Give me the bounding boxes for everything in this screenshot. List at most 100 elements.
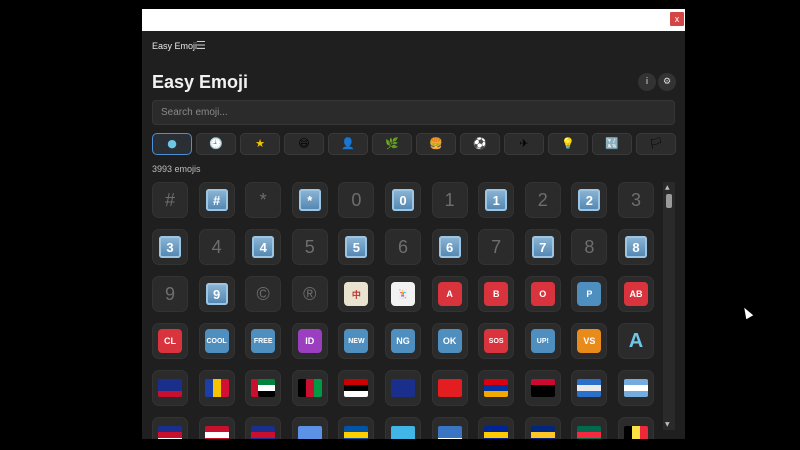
settings-button[interactable]: ⚙ — [658, 73, 676, 91]
emoji-tile[interactable]: 4 — [245, 229, 282, 265]
emoji-tile[interactable]: AB — [618, 276, 654, 312]
emoji-tile[interactable] — [291, 370, 328, 406]
emoji-tile[interactable]: O — [524, 276, 561, 312]
emoji-tile[interactable]: 5 — [291, 229, 328, 265]
tab-recent[interactable]: 🕘 — [196, 133, 236, 155]
emoji-tile[interactable]: 3 — [618, 182, 654, 218]
info-button[interactable]: i — [638, 73, 656, 91]
emoji-tile[interactable] — [152, 370, 188, 406]
emoji-tile[interactable] — [291, 417, 328, 439]
emoji-tile[interactable]: A — [618, 323, 654, 359]
emoji-tile[interactable] — [245, 417, 282, 439]
emoji-tile[interactable]: 9 — [198, 276, 235, 312]
scrollbar[interactable]: ▲ ▼ — [663, 182, 675, 430]
emoji-tile[interactable]: NG — [385, 323, 421, 359]
emoji-tile[interactable]: 2 — [571, 182, 608, 218]
emoji-tile[interactable]: 0 — [338, 182, 375, 218]
emoji-icon: 9 — [205, 283, 228, 305]
emoji-tile[interactable] — [431, 370, 468, 406]
emoji-tile[interactable]: COOL — [198, 323, 235, 359]
tab-nature[interactable]: 🌿 — [372, 133, 412, 155]
window-titlebar: x — [142, 9, 685, 31]
hamburger-menu-icon[interactable]: ☰ — [196, 39, 206, 52]
flag-icon — [437, 426, 462, 439]
emoji-tile[interactable]: 1 — [478, 182, 515, 218]
emoji-tile[interactable] — [571, 370, 608, 406]
tab-travel[interactable]: ✈ — [504, 133, 544, 155]
emoji-tile[interactable]: # — [152, 182, 188, 218]
emoji-tile[interactable] — [198, 370, 235, 406]
app-name: Easy Emoji — [152, 41, 198, 51]
emoji-tile[interactable]: 0 — [385, 182, 421, 218]
emoji-icon: 6 — [438, 236, 461, 258]
travel-icon: ✈ — [519, 137, 529, 150]
window-close-button[interactable]: x — [670, 12, 684, 26]
tab-flags[interactable]: 🏳 — [636, 133, 676, 155]
emoji-tile[interactable]: 4 — [198, 229, 235, 265]
emoji-tile[interactable]: B — [478, 276, 515, 312]
emoji-tile[interactable]: ® — [291, 276, 328, 312]
emoji-tile[interactable]: # — [198, 182, 235, 218]
emoji-tile[interactable]: 7 — [524, 229, 561, 265]
emoji-tile[interactable]: 1 — [431, 182, 468, 218]
emoji-tile[interactable]: * — [291, 182, 328, 218]
emoji-tile[interactable] — [198, 417, 235, 439]
emoji-tile[interactable]: A — [431, 276, 468, 312]
emoji-tile[interactable] — [431, 417, 468, 439]
emoji-icon: 2 — [578, 189, 601, 211]
emoji-tile[interactable] — [385, 370, 421, 406]
emoji-tile[interactable] — [618, 370, 654, 406]
emoji-icon: 中 — [344, 282, 369, 306]
tab-activities[interactable]: ⚽ — [460, 133, 500, 155]
emoji-tile[interactable] — [152, 417, 188, 439]
emoji-tile[interactable]: 8 — [618, 229, 654, 265]
emoji-tile[interactable] — [524, 417, 561, 439]
emoji-tile[interactable]: NEW — [338, 323, 375, 359]
tab-favorites[interactable]: ★ — [240, 133, 280, 155]
emoji-tile[interactable]: FREE — [245, 323, 282, 359]
emoji-tile[interactable]: 5 — [338, 229, 375, 265]
tab-symbols[interactable]: 🔣 — [592, 133, 632, 155]
tab-people[interactable]: 👤 — [328, 133, 368, 155]
emoji-tile[interactable]: 9 — [152, 276, 188, 312]
emoji-tile[interactable]: VS — [571, 323, 608, 359]
search-input[interactable] — [152, 100, 675, 125]
emoji-tile[interactable]: 3 — [152, 229, 188, 265]
emoji-tile[interactable] — [478, 370, 515, 406]
flag-icon — [158, 379, 182, 397]
emoji-tile[interactable]: 中 — [338, 276, 375, 312]
emoji-tile[interactable] — [618, 417, 654, 439]
emoji-tile[interactable] — [571, 417, 608, 439]
emoji-tile[interactable]: © — [245, 276, 282, 312]
emoji-tile[interactable]: UP! — [524, 323, 561, 359]
emoji-tile[interactable]: 6 — [431, 229, 468, 265]
emoji-tile[interactable]: P — [571, 276, 608, 312]
emoji-tile[interactable]: 7 — [478, 229, 515, 265]
emoji-tile[interactable] — [385, 417, 421, 439]
emoji-tile[interactable]: ID — [291, 323, 328, 359]
emoji-tile[interactable]: 6 — [385, 229, 421, 265]
scroll-up-icon[interactable]: ▲ — [665, 184, 670, 191]
emoji-tile[interactable]: OK — [431, 323, 468, 359]
emoji-tile[interactable] — [338, 370, 375, 406]
scrollbar-thumb[interactable] — [666, 194, 672, 208]
emoji-tile[interactable] — [524, 370, 561, 406]
emoji-tile[interactable] — [478, 417, 515, 439]
scroll-down-icon[interactable]: ▼ — [665, 421, 670, 428]
emoji-icon: 5 — [345, 236, 368, 258]
emoji-tile[interactable] — [338, 417, 375, 439]
emoji-tile[interactable]: SOS — [478, 323, 515, 359]
emoji-tile[interactable]: 2 — [524, 182, 561, 218]
emoji-tile[interactable]: CL — [152, 323, 188, 359]
tab-food[interactable]: 🍔 — [416, 133, 456, 155]
emoji-tile[interactable]: 🃏 — [385, 276, 421, 312]
emoji-tile[interactable]: 8 — [571, 229, 608, 265]
food-icon: 🍔 — [429, 137, 443, 150]
emoji-tile[interactable]: * — [245, 182, 282, 218]
tab-objects[interactable]: 💡 — [548, 133, 588, 155]
emoji-tile[interactable] — [245, 370, 282, 406]
flag-icon — [530, 379, 555, 397]
tab-all[interactable]: ● — [152, 133, 192, 155]
tab-smileys[interactable]: 😄 — [284, 133, 324, 155]
emoji-count: 3993 emojis — [152, 164, 201, 174]
